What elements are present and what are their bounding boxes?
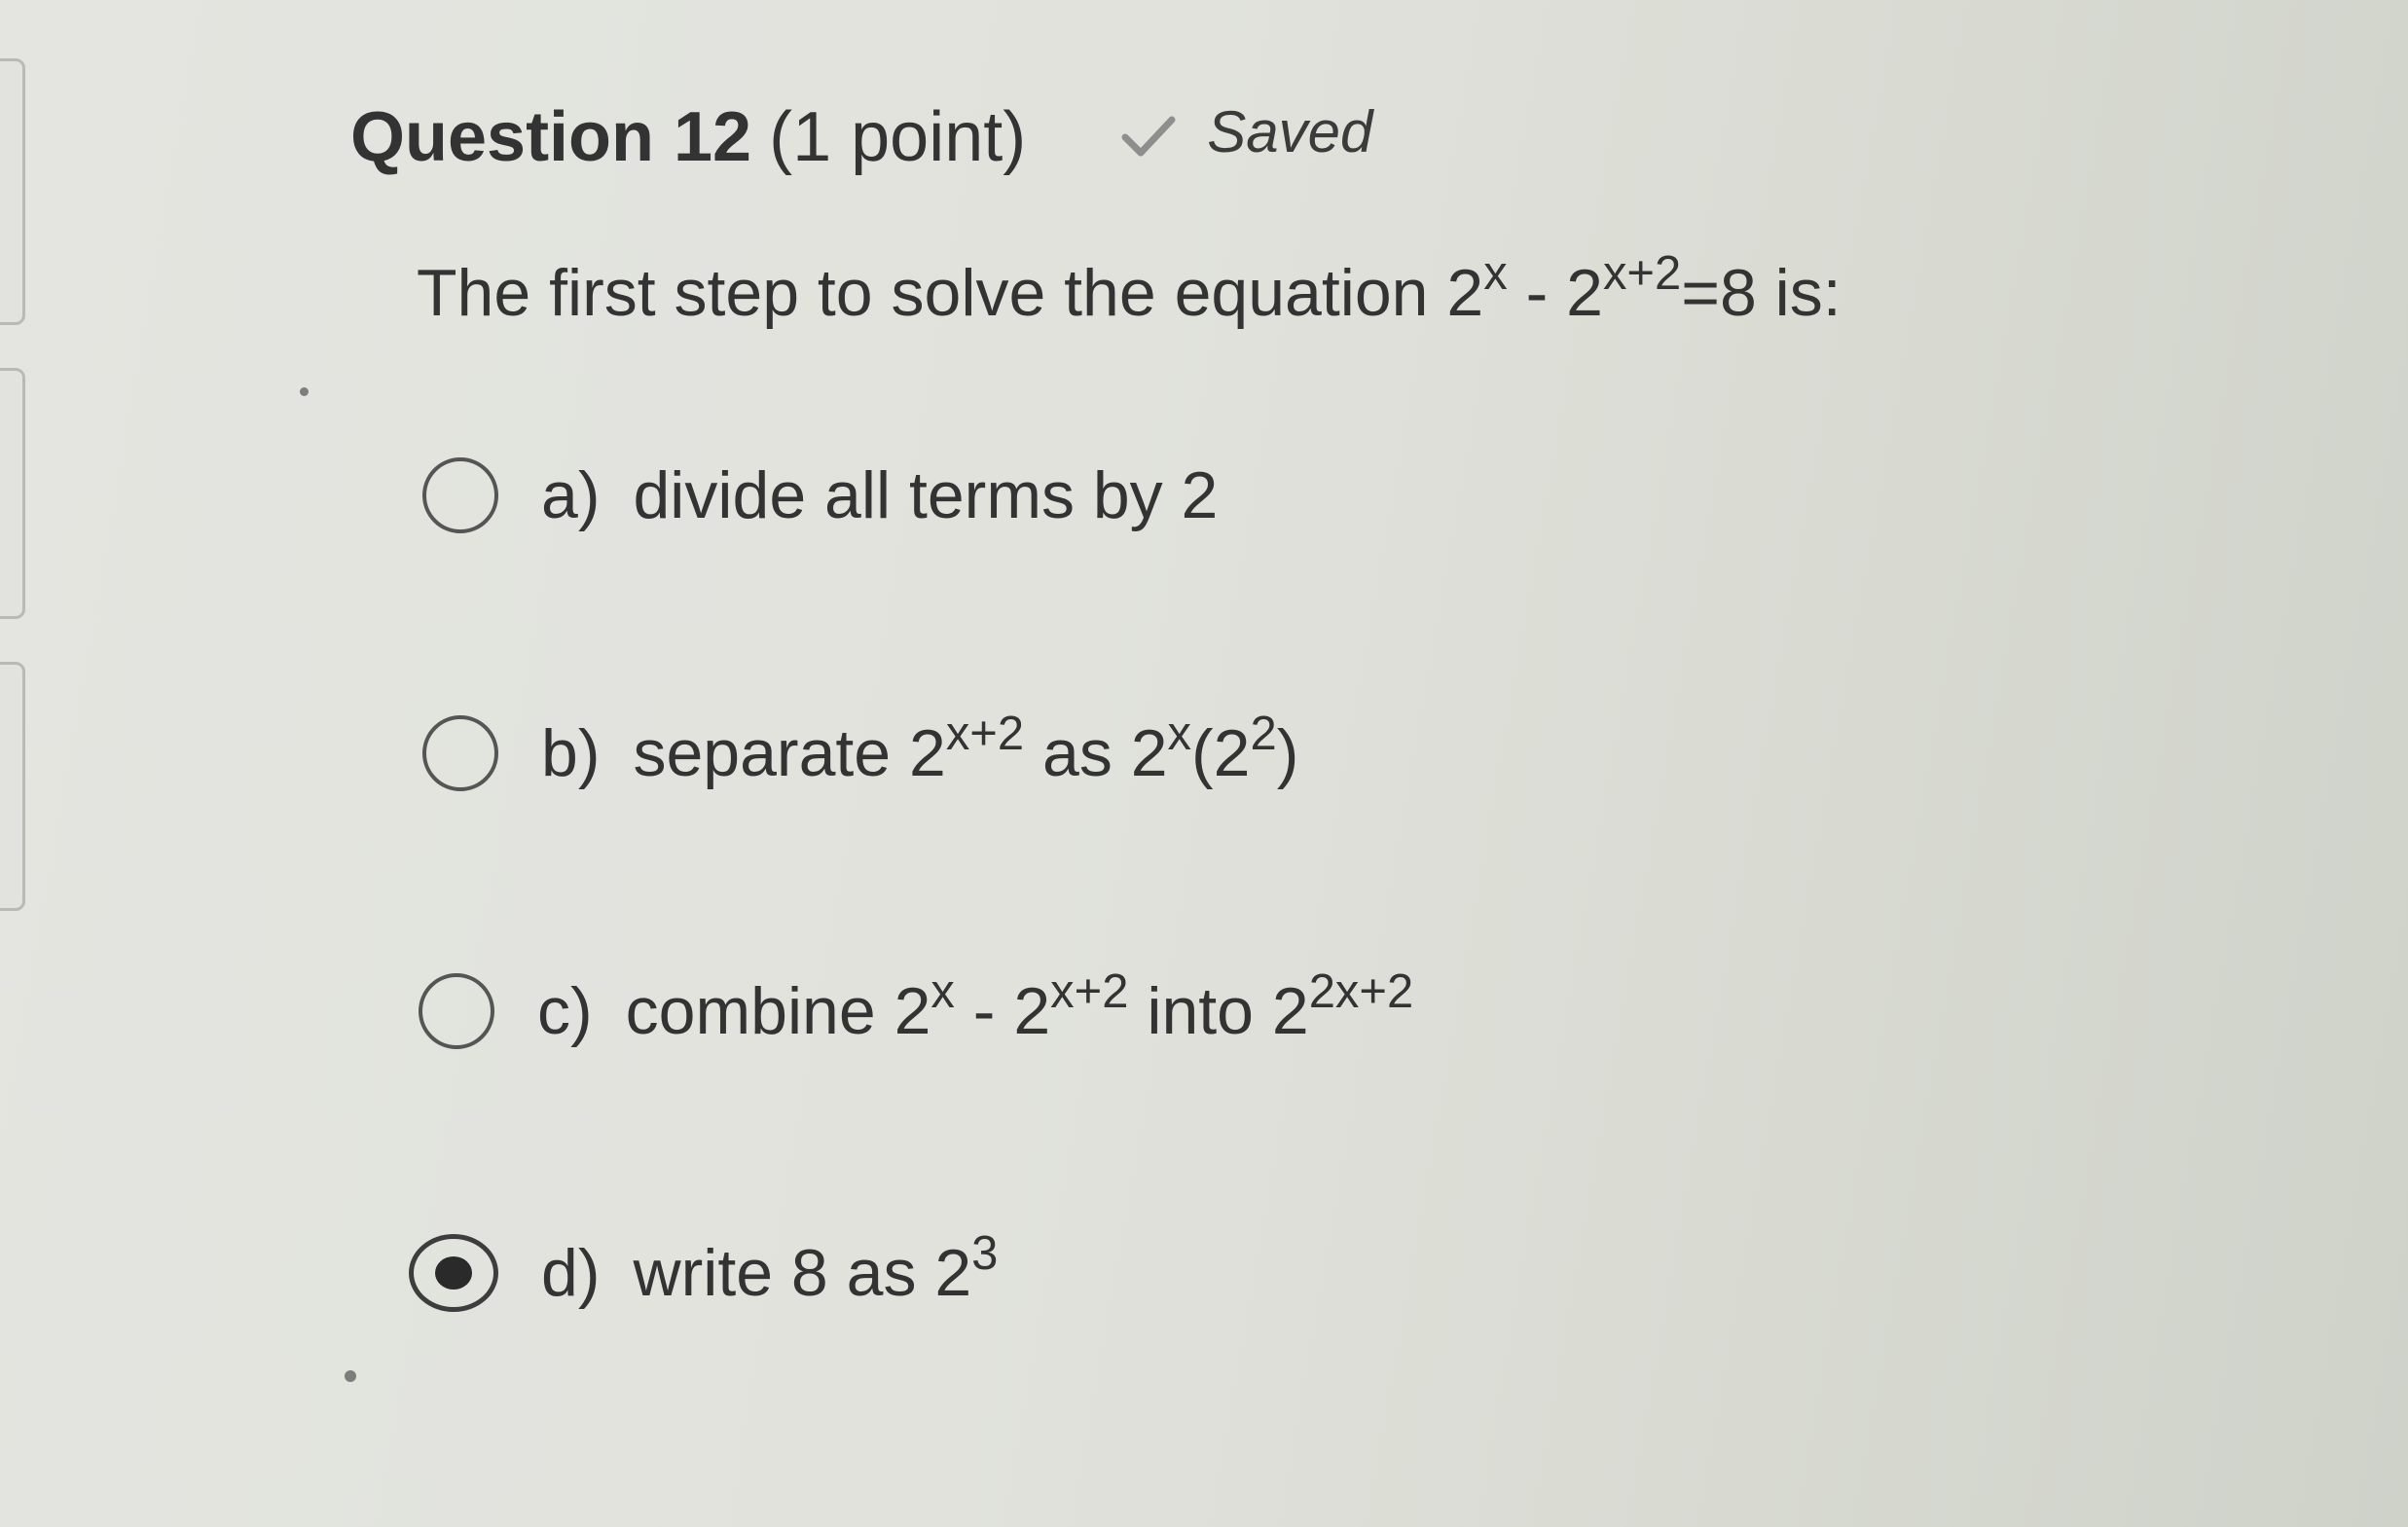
- answer-option-d[interactable]: d) write 8 as 23: [409, 1230, 998, 1312]
- prompt-text: - 2: [1507, 256, 1603, 330]
- left-navigation-tabs: [0, 0, 29, 1527]
- answer-option-a[interactable]: a) divide all terms by 2: [422, 457, 1218, 533]
- answer-option-b[interactable]: b) separate 2x+2 as 2x(22): [422, 710, 1299, 791]
- saved-label: Saved: [1207, 98, 1373, 164]
- radio-selected-icon[interactable]: [409, 1234, 498, 1312]
- option-label: write 8 as 23: [633, 1230, 998, 1311]
- option-text: - 2: [954, 974, 1051, 1048]
- option-text: (2: [1191, 716, 1251, 790]
- decorative-dot: [345, 1370, 356, 1382]
- radio-circle-icon[interactable]: [422, 457, 498, 533]
- option-exponent: 3: [971, 1227, 999, 1281]
- question-points: (1 point): [769, 98, 1027, 176]
- prompt-exponent: x+2: [1602, 247, 1682, 301]
- question-prompt: The first step to solve the equation 2x …: [417, 250, 1842, 331]
- option-exponent: 2x+2: [1308, 965, 1414, 1019]
- option-text: ): [1276, 716, 1299, 790]
- option-text: write 8 as 2: [633, 1236, 972, 1310]
- saved-status: Saved: [1119, 98, 1372, 165]
- option-exponent: x+2: [1050, 965, 1129, 1019]
- option-text: separate 2: [633, 716, 946, 790]
- radio-circle-icon[interactable]: [422, 715, 498, 791]
- option-label: separate 2x+2 as 2x(22): [633, 710, 1299, 791]
- option-exponent: x: [1167, 708, 1192, 761]
- option-letter: d): [541, 1236, 601, 1310]
- option-exponent: 2: [1250, 708, 1277, 761]
- option-text: as 2: [1024, 716, 1168, 790]
- answer-option-c[interactable]: c) combine 2x - 2x+2 into 22x+2: [419, 968, 1414, 1049]
- option-exponent: x+2: [945, 708, 1025, 761]
- left-tab-1[interactable]: [0, 58, 25, 325]
- prompt-text: =8 is:: [1681, 256, 1842, 330]
- quiz-page: Question 12 (1 point) Saved The first st…: [0, 0, 2408, 1527]
- option-exponent: x: [930, 965, 955, 1019]
- radio-circle-icon[interactable]: [419, 973, 494, 1049]
- left-tab-3[interactable]: [0, 662, 25, 911]
- question-number: Question 12: [350, 98, 752, 176]
- option-letter: c): [537, 974, 593, 1048]
- option-letter: a): [541, 458, 601, 532]
- option-label: divide all terms by 2: [633, 458, 1219, 532]
- decorative-dot: [300, 387, 309, 396]
- option-text: into 2: [1128, 974, 1309, 1048]
- left-tab-2[interactable]: [0, 368, 25, 619]
- option-text: combine 2: [625, 974, 931, 1048]
- prompt-exponent: x: [1483, 247, 1508, 301]
- option-label: combine 2x - 2x+2 into 22x+2: [625, 968, 1414, 1049]
- prompt-text: The first step to solve the equation 2: [417, 256, 1484, 330]
- check-icon: [1119, 107, 1178, 157]
- option-letter: b): [541, 716, 601, 790]
- question-header: Question 12 (1 point) Saved: [350, 97, 1372, 177]
